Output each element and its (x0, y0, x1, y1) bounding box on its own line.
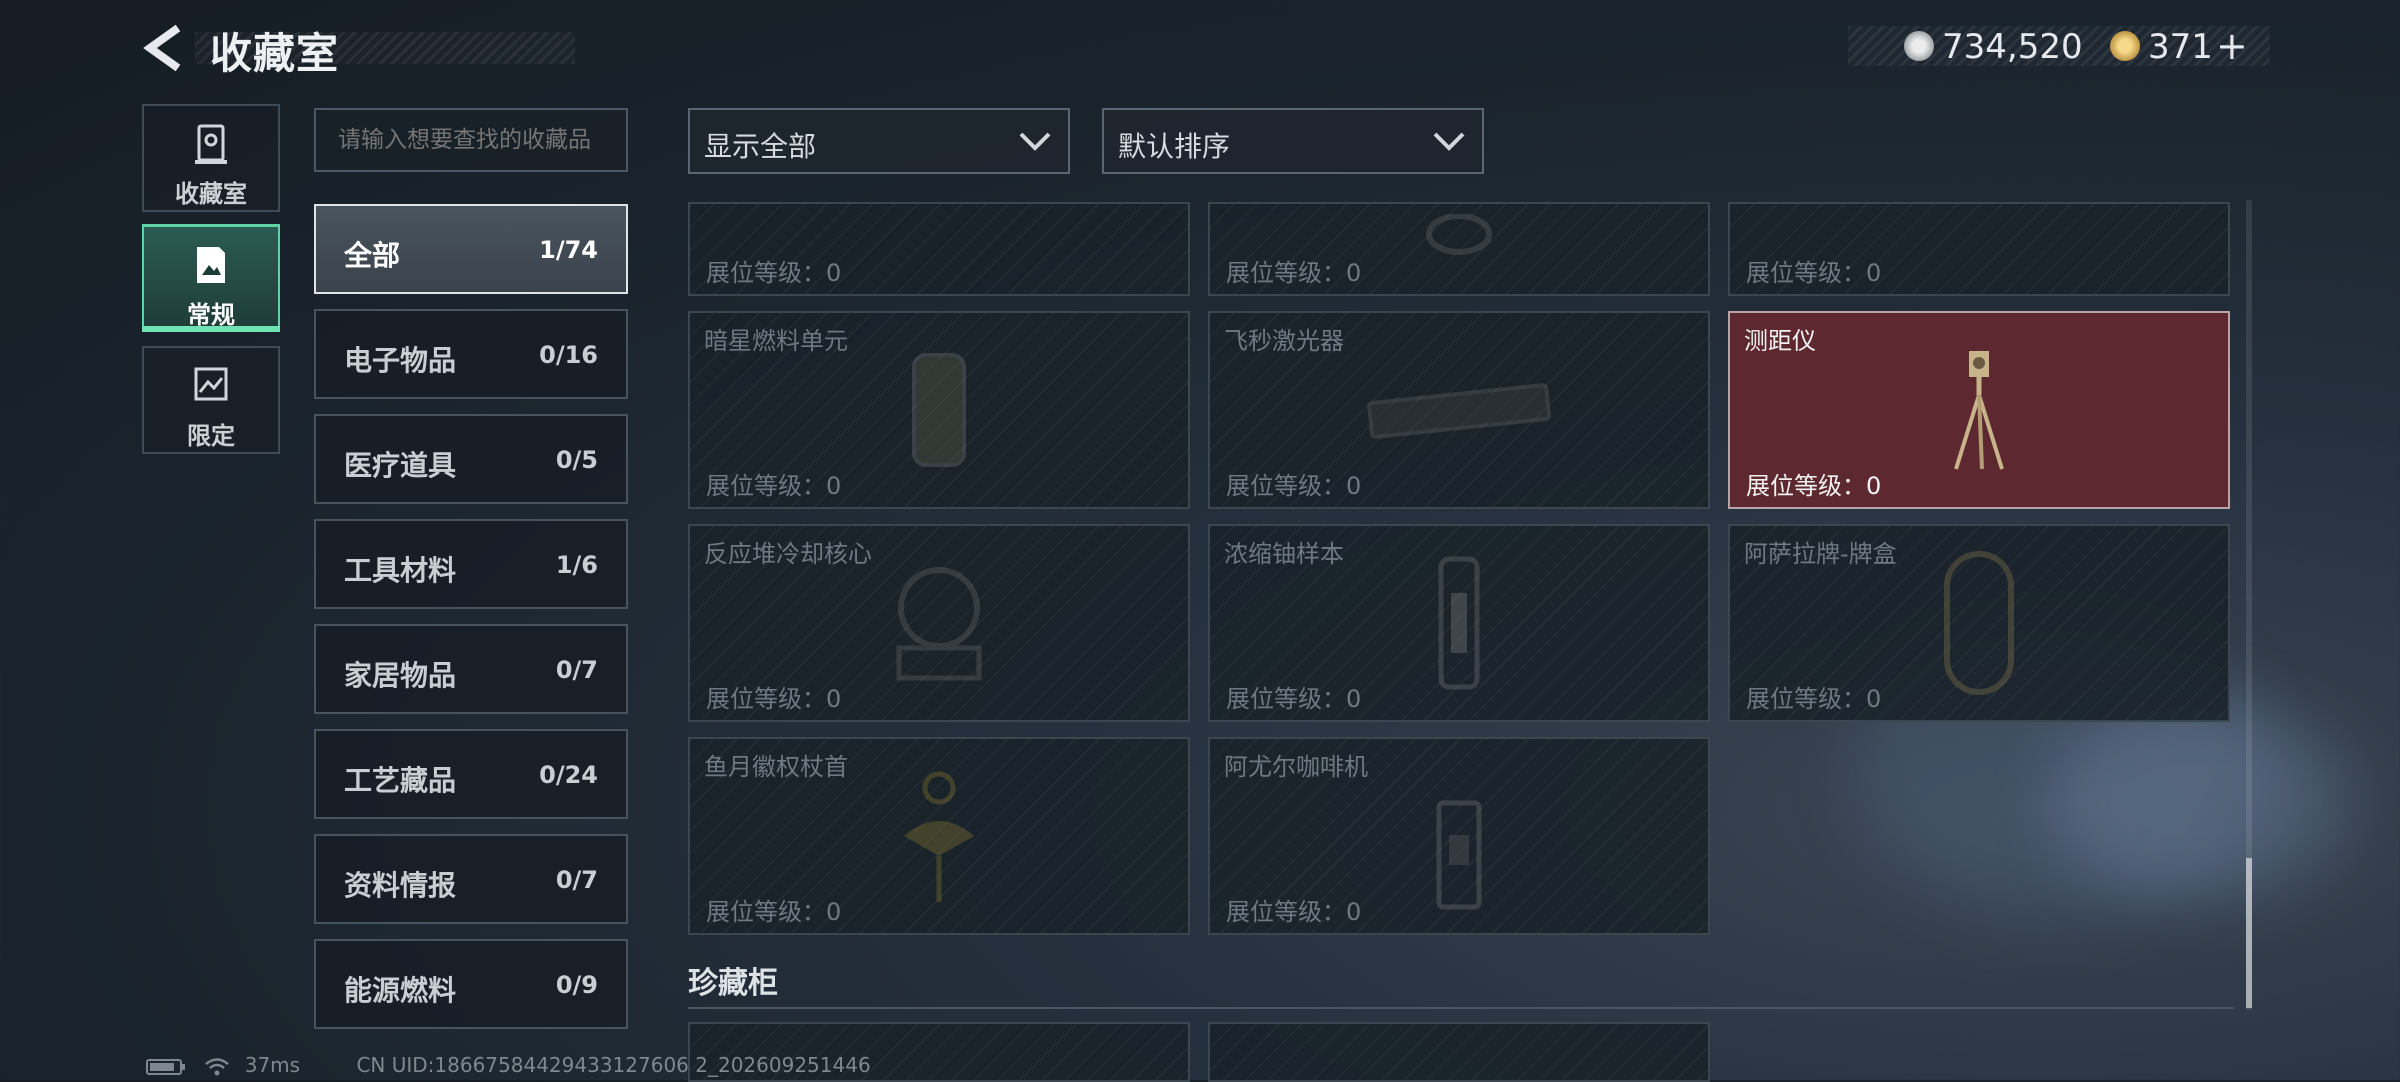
card-name: 测距仪 (1744, 327, 1816, 355)
collectible-card-owned[interactable]: 测距仪 展位等级：0 (1728, 311, 2230, 509)
coin-icon (1904, 31, 1934, 61)
card-level: 展位等级：0 (706, 259, 842, 287)
category-count: 1/6 (555, 551, 598, 579)
category-intel[interactable]: 资料情报 0/7 (314, 834, 628, 924)
back-arrow-icon (143, 24, 181, 72)
card-level: 展位等级：0 (1226, 259, 1362, 287)
trophy-cabinet-icon (195, 124, 227, 164)
sort-dropdown-value: 默认排序 (1118, 130, 1231, 163)
card-level: 展位等级：0 (1746, 472, 1882, 500)
category-label: 工艺藏品 (344, 764, 457, 797)
item-image (1426, 214, 1492, 255)
premium-currency-icon (2110, 31, 2140, 61)
card-level: 展位等级：0 (706, 898, 842, 926)
card-name: 暗星燃料单元 (704, 327, 848, 355)
uid-text: CN UID:18667584429433127606 2_2026092514… (356, 1053, 871, 1077)
item-image (1436, 800, 1482, 910)
category-energy[interactable]: 能源燃料 0/9 (314, 939, 628, 1029)
item-image (1944, 551, 2014, 695)
picture-frame-icon (194, 367, 228, 401)
category-electronics[interactable]: 电子物品 0/16 (314, 309, 628, 399)
card-level: 展位等级：0 (706, 472, 842, 500)
item-image (1438, 556, 1480, 690)
category-count: 0/7 (555, 656, 598, 684)
page-title: 收藏室 (210, 29, 340, 78)
collectible-card[interactable]: 展位等级：0 (1208, 202, 1710, 296)
category-count: 0/24 (539, 761, 598, 789)
collectible-card[interactable]: 暗星燃料单元 展位等级：0 (688, 311, 1190, 509)
status-footer: 37ms CN UID:18667584429433127606 2_20260… (146, 1053, 891, 1077)
card-name: 鱼月徽权杖首 (704, 753, 848, 781)
category-count: 1/74 (539, 236, 598, 264)
chevron-down-icon (1433, 132, 1465, 151)
collectible-card[interactable]: 展位等级：0 (688, 202, 1190, 296)
card-name: 飞秒激光器 (1224, 327, 1344, 355)
filter-dropdown[interactable]: 显示全部 (688, 108, 1070, 174)
category-label: 电子物品 (344, 344, 457, 377)
card-name: 阿萨拉牌-牌盒 (1744, 540, 1897, 568)
category-count: 0/7 (555, 866, 598, 894)
category-tools[interactable]: 工具材料 1/6 (314, 519, 628, 609)
category-label: 工具材料 (344, 554, 457, 587)
item-image (904, 771, 974, 902)
item-image (912, 353, 966, 467)
category-count: 0/9 (555, 971, 598, 999)
chevron-down-icon (1019, 132, 1051, 151)
coin-balance: 734,520 (1942, 27, 2083, 67)
category-label: 资料情报 (344, 869, 457, 902)
wifi-icon (205, 1057, 230, 1075)
nav-collection-room[interactable]: 收藏室 (142, 104, 280, 212)
nav-limited[interactable]: 限定 (142, 346, 280, 454)
card-name: 阿尤尔咖啡机 (1224, 753, 1368, 781)
card-level: 展位等级：0 (1226, 685, 1362, 713)
filter-dropdown-value: 显示全部 (704, 130, 817, 163)
section-title: 珍藏柜 (688, 966, 778, 1001)
nav-label: 常规 (187, 301, 235, 329)
sort-dropdown[interactable]: 默认排序 (1102, 108, 1484, 174)
document-image-icon (197, 247, 225, 283)
collectible-card[interactable]: 浓缩铀样本 展位等级：0 (1208, 524, 1710, 722)
nav-regular[interactable]: 常规 (142, 224, 280, 332)
search-input[interactable] (314, 108, 628, 172)
card-level: 展位等级：0 (1226, 898, 1362, 926)
card-level: 展位等级：0 (1746, 259, 1882, 287)
category-label: 能源燃料 (344, 974, 457, 1007)
ping-value: 37ms (244, 1053, 301, 1077)
category-medical[interactable]: 医疗道具 0/5 (314, 414, 628, 504)
item-image (1367, 383, 1551, 439)
card-name: 反应堆冷却核心 (704, 540, 872, 568)
section-divider (688, 1007, 2234, 1009)
scrollbar-thumb[interactable] (2246, 858, 2252, 1008)
card-level: 展位等级：0 (1226, 472, 1362, 500)
collectible-card[interactable]: 飞秒激光器 展位等级：0 (1208, 311, 1710, 509)
category-label: 全部 (344, 239, 401, 272)
collectible-card[interactable]: 阿尤尔咖啡机 展位等级：0 (1208, 737, 1710, 935)
nav-label: 收藏室 (175, 180, 247, 208)
premium-balance: 371 (2148, 27, 2213, 67)
category-label: 医疗道具 (344, 449, 457, 482)
currency-bar: 734,520 371 + (1848, 24, 2270, 68)
add-currency-button[interactable]: + (2216, 24, 2248, 68)
collectible-card[interactable]: 展位等级：0 (1728, 202, 2230, 296)
card-level: 展位等级：0 (706, 685, 842, 713)
battery-icon (146, 1058, 185, 1075)
category-all[interactable]: 全部 1/74 (314, 204, 628, 294)
category-count: 0/16 (539, 341, 598, 369)
collectible-card[interactable]: 阿萨拉牌-牌盒 展位等级：0 (1728, 524, 2230, 722)
card-level: 展位等级：0 (1746, 685, 1882, 713)
collectible-card[interactable]: 鱼月徽权杖首 展位等级：0 (688, 737, 1190, 935)
category-crafts[interactable]: 工艺藏品 0/24 (314, 729, 628, 819)
collectible-card[interactable] (1208, 1022, 1710, 1082)
item-image (896, 567, 982, 681)
category-household[interactable]: 家居物品 0/7 (314, 624, 628, 714)
collectible-card[interactable]: 反应堆冷却核心 展位等级：0 (688, 524, 1190, 722)
back-button[interactable] (140, 22, 192, 74)
nav-active-indicator (142, 326, 280, 332)
category-count: 0/5 (555, 446, 598, 474)
rangefinder-image (1954, 351, 2004, 470)
category-label: 家居物品 (344, 659, 457, 692)
card-name: 浓缩铀样本 (1224, 540, 1344, 568)
nav-label: 限定 (187, 422, 235, 450)
